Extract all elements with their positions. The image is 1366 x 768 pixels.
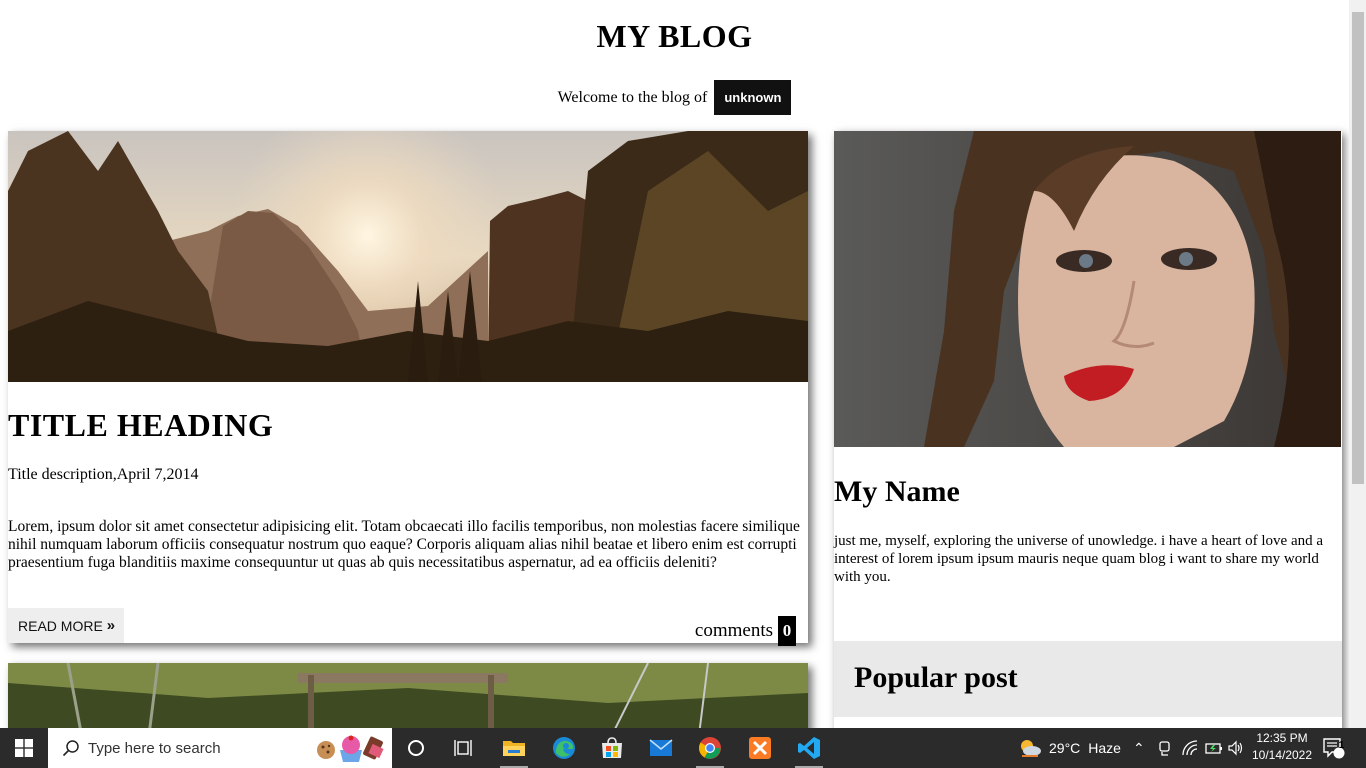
search-highlight-sweets-icon bbox=[317, 735, 384, 762]
battery-charging-icon bbox=[1205, 743, 1222, 754]
taskbar-search-box[interactable]: Type here to search bbox=[48, 728, 392, 768]
xampp-icon bbox=[749, 737, 771, 759]
blog-title: MY BLOG bbox=[596, 18, 753, 54]
file-explorer-button[interactable] bbox=[490, 728, 538, 768]
welcome-text: Welcome to the blog of bbox=[557, 89, 708, 106]
post-title: TITLE HEADING bbox=[8, 407, 274, 443]
browser-viewport: MY BLOG Welcome to the blog of unknown T… bbox=[0, 0, 1349, 728]
popular-post-header: Popular post bbox=[834, 641, 1342, 717]
weather-haze-icon bbox=[1021, 740, 1041, 757]
windows-logo-icon bbox=[15, 739, 33, 757]
clock-time: 12:35 PM bbox=[1256, 731, 1308, 745]
start-button[interactable] bbox=[0, 728, 48, 768]
action-center-button[interactable]: 1 bbox=[1322, 728, 1346, 768]
mail-envelope-icon bbox=[649, 739, 673, 756]
meet-now-button[interactable] bbox=[1157, 728, 1173, 768]
weather-desc: Haze bbox=[1088, 740, 1121, 756]
windows-taskbar: Type here to search 29°C Haze ⌃ 12:35 PM… bbox=[0, 728, 1366, 768]
notification-count: 1 bbox=[1338, 740, 1345, 751]
owner-badge: unknown bbox=[714, 80, 792, 115]
store-bag-icon bbox=[602, 737, 622, 758]
chrome-button[interactable] bbox=[686, 728, 734, 768]
scrollbar-thumb[interactable] bbox=[1352, 12, 1364, 484]
task-view-button[interactable] bbox=[440, 728, 488, 768]
search-icon bbox=[62, 740, 79, 757]
comments-count: 0 bbox=[778, 616, 796, 646]
cortana-circle-icon bbox=[408, 740, 424, 756]
folder-icon bbox=[503, 741, 525, 756]
battery-button[interactable] bbox=[1205, 728, 1223, 768]
speaker-icon bbox=[1228, 740, 1243, 756]
network-button[interactable] bbox=[1182, 728, 1198, 768]
comments-counter[interactable]: comments 0 bbox=[695, 616, 796, 646]
post-image bbox=[8, 131, 808, 382]
post-body: Lorem, ipsum dolor sit amet consectetur … bbox=[8, 518, 800, 571]
cortana-button[interactable] bbox=[392, 728, 440, 768]
profile-image bbox=[834, 131, 1341, 447]
edge-button[interactable] bbox=[540, 728, 588, 768]
task-view-icon bbox=[454, 740, 472, 756]
vscode-icon bbox=[798, 737, 820, 759]
welcome-line: Welcome to the blog of unknown bbox=[0, 80, 1349, 115]
post-card: TITLE HEADING Title description,April 7,… bbox=[8, 131, 808, 646]
clock-date: 10/14/2022 bbox=[1251, 748, 1313, 762]
weather-temp: 29°C bbox=[1049, 740, 1081, 756]
post-subtitle: Title description,April 7,2014 bbox=[8, 466, 199, 483]
vscode-button[interactable] bbox=[785, 728, 833, 768]
mail-button[interactable] bbox=[637, 728, 685, 768]
search-placeholder: Type here to search bbox=[88, 739, 221, 757]
xampp-button[interactable] bbox=[736, 728, 784, 768]
read-more-label: READ MORE bbox=[18, 617, 103, 634]
read-more-button[interactable]: READ MORE » bbox=[8, 608, 124, 643]
comments-label: comments bbox=[694, 620, 773, 641]
volume-button[interactable] bbox=[1228, 728, 1244, 768]
meet-now-icon bbox=[1159, 741, 1170, 756]
second-post-image bbox=[8, 663, 808, 728]
wifi-icon bbox=[1182, 740, 1198, 756]
weather-widget[interactable]: 29°C Haze bbox=[1018, 728, 1121, 768]
about-sidebar: My Name just me, myself, exploring the u… bbox=[834, 131, 1342, 728]
double-chevron-right-icon: » bbox=[106, 617, 116, 634]
edge-browser-icon bbox=[553, 737, 575, 759]
microsoft-store-button[interactable] bbox=[588, 728, 636, 768]
profile-name: My Name bbox=[834, 475, 960, 508]
show-hidden-icons-button[interactable]: ⌃ bbox=[1133, 728, 1145, 768]
vertical-scrollbar[interactable] bbox=[1349, 0, 1366, 728]
profile-bio: just me, myself, exploring the universe … bbox=[834, 533, 1324, 585]
popular-post-heading: Popular post bbox=[854, 661, 1018, 694]
chevron-up-icon: ⌃ bbox=[1133, 739, 1145, 756]
chrome-browser-icon bbox=[699, 737, 721, 759]
taskbar-clock[interactable]: 12:35 PM 10/14/2022 bbox=[1250, 730, 1314, 764]
